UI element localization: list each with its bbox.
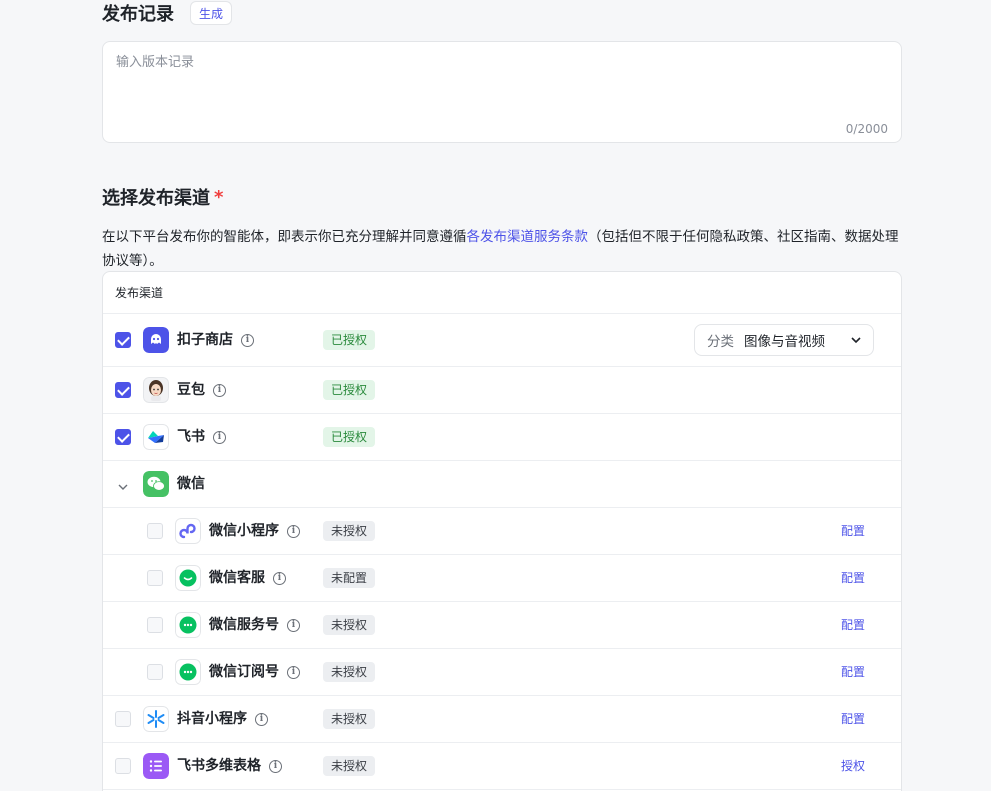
sub-channel-row[interactable]: 微信订阅号 i 未授权 配置 [103,649,901,696]
status-badge: 未配置 [323,568,376,588]
channel-name: 抖音小程序 [177,711,247,727]
wechat-official-icon [175,612,201,638]
table-header: 发布渠道 [103,272,901,314]
channel-row[interactable]: 扣子商店 i 已授权 分类 图像与音视频 [103,314,901,367]
release-log-title: 发布记录 [102,4,174,25]
channel-name: 飞书多维表格 [177,758,261,774]
wechat-subscription-icon [175,659,201,685]
char-counter: 0/2000 [845,122,888,136]
status-badge: 已授权 [323,427,376,447]
status-badge: 已授权 [323,330,376,350]
channel-name: 微信 [177,476,205,492]
sub-channel-row[interactable]: 微信服务号 i 未授权 配置 [103,602,901,649]
info-icon[interactable]: i [287,618,300,632]
info-icon[interactable]: i [269,759,282,773]
channel-row[interactable]: 抖音小程序 i 未授权 配置 [103,696,901,743]
channel-checkbox[interactable] [115,758,131,774]
channel-checkbox[interactable] [115,711,131,727]
configure-link[interactable]: 配置 [841,710,865,728]
info-icon[interactable]: i [287,665,300,679]
channel-checkbox[interactable] [147,570,163,586]
generate-button[interactable]: 生成 [190,1,233,25]
info-icon[interactable]: i [213,430,226,444]
channel-name: 微信服务号 [209,617,279,633]
status-badge: 未授权 [323,709,376,729]
info-icon[interactable]: i [255,712,268,726]
release-log-input[interactable]: 输入版本记录 0/2000 [102,41,902,143]
channel-row[interactable]: 飞书 i 已授权 [103,414,901,461]
wechat-miniprogram-icon [175,518,201,544]
channel-title-text: 选择发布渠道 [102,188,210,209]
chevron-down-icon[interactable] [117,478,129,497]
channel-checkbox[interactable] [115,332,131,348]
configure-link[interactable]: 配置 [841,616,865,634]
info-icon[interactable]: i [273,571,286,585]
wechat-icon [143,471,169,497]
douyin-miniprogram-icon [143,706,169,732]
channel-rows: 扣子商店 i 已授权 分类 图像与音视频 豆包 i 已授权 飞书 i 已授权 微信 微信小程序 i 未授权配… [103,314,901,790]
coze-store-icon [143,327,169,353]
configure-link[interactable]: 配置 [841,569,865,587]
category-label: 分类 [707,334,734,350]
channel-name: 微信客服 [209,570,265,586]
release-log-header: 发布记录 生成 [102,0,233,26]
wechat-service-icon [175,565,201,591]
channel-name: 微信订阅号 [209,664,279,680]
terms-notice: 在以下平台发布你的智能体，即表示你已充分理解并同意遵循各发布渠道服务条款（包括但… [102,225,902,273]
channel-checkbox[interactable] [147,523,163,539]
required-mark: * [214,186,224,208]
authorize-link[interactable]: 授权 [841,757,865,775]
chevron-down-icon [849,333,863,351]
channel-row[interactable]: 飞书多维表格 i 未授权 授权 [103,743,901,790]
channel-row[interactable]: 微信 [103,461,901,508]
channel-checkbox[interactable] [115,382,131,398]
channel-name: 扣子商店 [177,332,233,348]
column-header-channel: 发布渠道 [115,286,164,300]
category-select[interactable]: 分类 图像与音视频 [694,324,874,356]
feishu-bitable-icon [143,753,169,779]
channel-checkbox[interactable] [115,429,131,445]
sub-channel-row[interactable]: 微信客服 i 未配置 配置 [103,555,901,602]
channel-row[interactable]: 豆包 i 已授权 [103,367,901,414]
doubao-icon [143,377,169,403]
status-badge: 已授权 [323,380,376,400]
channel-section-title: 选择发布渠道 * [102,184,223,210]
notice-prefix: 在以下平台发布你的智能体，即表示你已充分理解并同意遵循 [102,229,467,245]
terms-link[interactable]: 各发布渠道服务条款 [467,229,589,245]
channel-name: 豆包 [177,382,205,398]
status-badge: 未授权 [323,615,376,635]
status-badge: 未授权 [323,521,376,541]
info-icon[interactable]: i [241,333,254,347]
status-badge: 未授权 [323,756,376,776]
info-icon[interactable]: i [213,383,226,397]
status-badge: 未授权 [323,662,376,682]
channel-name: 飞书 [177,429,205,445]
release-log-placeholder: 输入版本记录 [116,55,195,70]
channel-table: 发布渠道 扣子商店 i 已授权 分类 图像与音视频 豆包 i 已授权 飞书 i 已授权 微信 微信小程序… [102,271,902,791]
configure-link[interactable]: 配置 [841,522,865,540]
channel-checkbox[interactable] [147,617,163,633]
feishu-icon [143,424,169,450]
configure-link[interactable]: 配置 [841,663,865,681]
category-value: 图像与音视频 [744,334,825,350]
sub-channel-row[interactable]: 微信小程序 i 未授权 配置 [103,508,901,555]
channel-name: 微信小程序 [209,523,279,539]
info-icon[interactable]: i [287,524,300,538]
channel-checkbox[interactable] [147,664,163,680]
